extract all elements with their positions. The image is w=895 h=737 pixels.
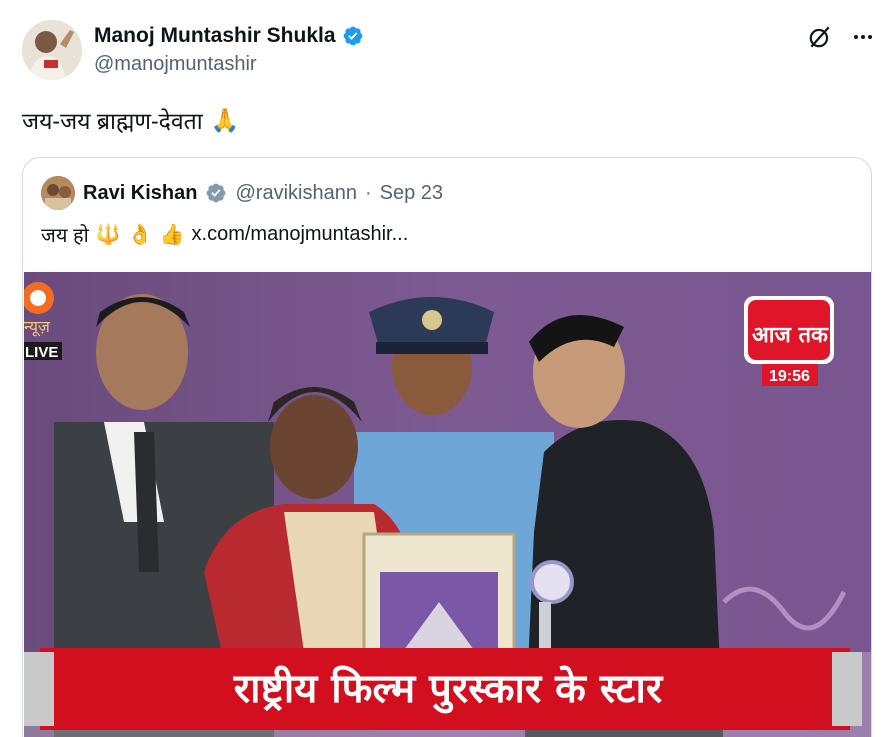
trident-emoji: 🔱 — [95, 224, 121, 246]
broadcast-time: 19:56 — [769, 368, 810, 385]
quoted-post-link: x.com/manojmuntashir... — [191, 223, 409, 245]
aajtak-label: आज तक — [752, 323, 829, 348]
folded-hands-emoji: 🙏 — [210, 106, 240, 133]
quoted-author-handle: @ravikishann — [235, 181, 357, 204]
author-block: Manoj Muntashir Shukla @manojmuntashir — [94, 24, 364, 76]
post-text: जय-जय ब्राह्मण-देवता 🙏 — [22, 104, 239, 136]
thumbs-up-emoji: 👍 — [159, 224, 185, 246]
quoted-post-image[interactable]: न्यूज़ LIVE आज तक 19:56 राष्ट्रीय फिल्म … — [24, 272, 871, 737]
verified-badge-icon — [343, 26, 362, 46]
quoted-post-text-body: जय हो — [41, 225, 89, 247]
news-banner: राष्ट्रीय फिल्म पुरस्कार के स्टार — [24, 648, 871, 737]
quoted-post-card[interactable]: Ravi Kishan @ravikishann · Sep 23 जय हो … — [22, 157, 872, 737]
banner-headline: राष्ट्रीय फिल्म पुरस्कार के स्टार — [233, 665, 664, 714]
post-header: Manoj Muntashir Shukla @manojmuntashir — [22, 20, 875, 82]
quoted-post-text: जय हो 🔱 👌 👍 x.com/manojmuntashir... — [41, 221, 408, 248]
grok-icon[interactable] — [807, 24, 833, 50]
post-text-body: जय-जय ब्राह्मण-देवता — [22, 108, 203, 134]
quoted-post-date: Sep 23 — [379, 181, 444, 204]
quoted-author-name: Ravi Kishan — [83, 181, 198, 204]
dd-news-label: न्यूज़ — [24, 317, 51, 337]
more-icon[interactable] — [851, 25, 875, 49]
live-label: LIVE — [25, 344, 58, 361]
quoted-post-header: Ravi Kishan @ravikishann · Sep 23 — [41, 176, 443, 210]
post-actions — [807, 24, 875, 50]
quoted-author-avatar — [41, 176, 75, 210]
verified-badge-icon — [207, 183, 226, 203]
meta-separator: · — [364, 181, 372, 204]
award-plaque — [362, 532, 516, 656]
author-avatar[interactable] — [22, 20, 82, 80]
author-handle[interactable]: @manojmuntashir — [94, 53, 364, 76]
author-name[interactable]: Manoj Muntashir Shukla — [94, 24, 336, 48]
ok-hand-emoji: 👌 — [127, 224, 153, 246]
